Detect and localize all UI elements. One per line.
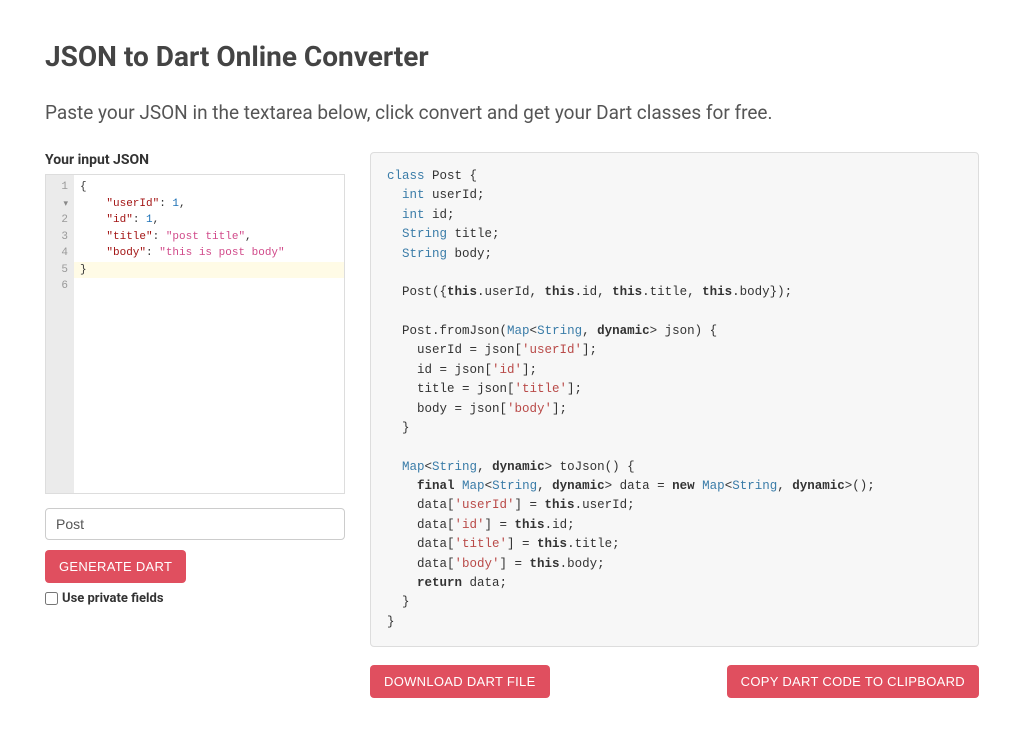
page-subtitle: Paste your JSON in the textarea below, c…	[45, 101, 979, 124]
classname-input[interactable]	[45, 508, 345, 540]
dart-output[interactable]: class Post { int userId; int id; String …	[370, 152, 979, 647]
page-title: JSON to Dart Online Converter	[45, 40, 979, 73]
editor-gutter: 1 ▾23456	[46, 175, 74, 493]
editor-code[interactable]: { "userId": 1, "id": 1, "title": "post t…	[74, 175, 344, 493]
private-fields-label: Use private fields	[62, 591, 164, 606]
private-fields-row[interactable]: Use private fields	[45, 591, 345, 606]
input-json-label: Your input JSON	[45, 152, 345, 168]
json-editor[interactable]: 1 ▾23456 { "userId": 1, "id": 1, "title"…	[45, 174, 345, 494]
generate-dart-button[interactable]: GENERATE DART	[45, 550, 186, 583]
download-dart-button[interactable]: DOWNLOAD DART FILE	[370, 665, 550, 698]
copy-dart-button[interactable]: COPY DART CODE TO CLIPBOARD	[727, 665, 979, 698]
private-fields-checkbox[interactable]	[45, 592, 58, 605]
